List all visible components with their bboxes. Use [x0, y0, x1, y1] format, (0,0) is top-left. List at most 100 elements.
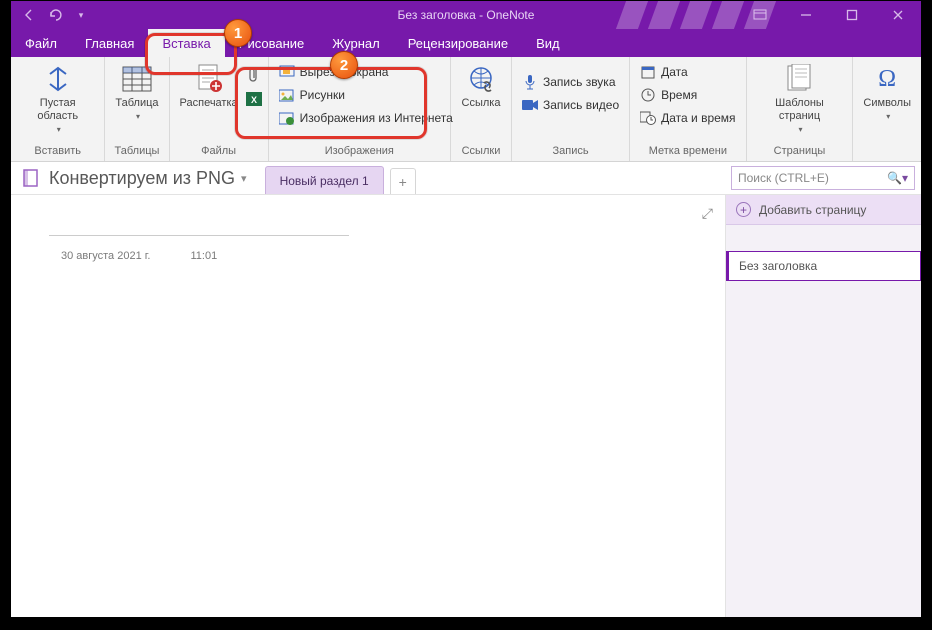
clock-icon [640, 87, 656, 103]
pictures-button[interactable]: Рисунки [275, 84, 457, 106]
link-label: Ссылка [462, 97, 501, 110]
group-files-label: Файлы [176, 145, 262, 161]
search-icon: 🔍▾ [887, 171, 908, 185]
group-tables-label: Таблицы [111, 145, 162, 161]
maximize-button[interactable] [829, 1, 875, 29]
blank-area-button[interactable]: Пустая область ▾ [17, 61, 98, 137]
notebook-name: Конвертируем из PNG [49, 168, 235, 189]
search-input[interactable]: Поиск (CTRL+E) 🔍▾ [731, 166, 915, 190]
printout-icon [193, 63, 225, 95]
group-images: Вырезка экрана Рисунки Изображения из Ин… [269, 57, 451, 161]
audio-label: Запись звука [543, 75, 616, 89]
group-links: Ссылка Ссылки [451, 57, 512, 161]
screen-clip-button[interactable]: Вырезка экрана [275, 61, 457, 83]
clip-icon [279, 64, 295, 80]
pages-pane: + Добавить страницу Без заголовка [725, 195, 921, 617]
link-button[interactable]: Ссылка [457, 61, 505, 112]
add-page-label: Добавить страницу [759, 203, 866, 217]
chevron-down-icon: ▾ [798, 125, 802, 135]
record-audio-button[interactable]: Запись звука [518, 71, 623, 93]
group-links-label: Ссылки [457, 145, 505, 161]
note-time: 11:01 [190, 250, 217, 262]
note-date: 30 августа 2021 г. [61, 250, 150, 262]
time-label: Время [661, 88, 697, 102]
tab-journal[interactable]: Журнал [318, 29, 393, 57]
blank-area-icon [42, 63, 74, 95]
tab-home[interactable]: Главная [71, 29, 148, 57]
note-timestamp: 30 августа 2021 г. 11:01 [61, 250, 217, 262]
group-insert: Пустая область ▾ Вставить [11, 57, 105, 161]
group-pages: Шаблоны страниц ▾ Страницы [747, 57, 854, 161]
video-label: Запись видео [543, 98, 619, 112]
pictures-icon [279, 87, 295, 103]
chevron-down-icon: ▾ [57, 125, 61, 135]
expand-icon[interactable]: ⤢ [702, 205, 713, 222]
calendar-icon [640, 64, 656, 80]
add-section-button[interactable]: + [390, 168, 416, 194]
link-icon [465, 63, 497, 95]
tab-review[interactable]: Рецензирование [394, 29, 522, 57]
main-area: ⤢ 30 августа 2021 г. 11:01 + Добавить ст… [11, 195, 921, 617]
table-icon [121, 63, 153, 95]
minimize-button[interactable] [783, 1, 829, 29]
tab-view[interactable]: Вид [522, 29, 574, 57]
chevron-down-icon: ▾ [886, 112, 890, 122]
datetime-button[interactable]: Дата и время [636, 107, 739, 129]
tab-file[interactable]: Файл [11, 29, 71, 57]
section-tab[interactable]: Новый раздел 1 [265, 166, 384, 194]
printout-button[interactable]: Распечатка [176, 61, 242, 112]
page-templates-button[interactable]: Шаблоны страниц ▾ [753, 61, 847, 137]
close-button[interactable] [875, 1, 921, 29]
notebook-dropdown[interactable]: Конвертируем из PNG ▾ [49, 168, 247, 189]
group-symbols: Ω Символы ▾ [853, 57, 921, 161]
date-button[interactable]: Дата [636, 61, 739, 83]
plus-icon: + [736, 202, 751, 217]
group-images-label: Изображения [275, 145, 444, 161]
group-timestamp-label: Метка времени [636, 145, 739, 161]
blank-area-label: Пустая область [21, 97, 94, 123]
table-label: Таблица [115, 97, 158, 110]
note-canvas[interactable]: ⤢ 30 августа 2021 г. 11:01 [11, 195, 725, 617]
templates-icon [783, 63, 815, 95]
group-files: Распечатка X Файлы [170, 57, 269, 161]
online-images-icon [279, 110, 295, 126]
datetime-label: Дата и время [661, 111, 735, 125]
attach-icon[interactable] [246, 67, 262, 86]
datetime-icon [640, 110, 656, 126]
group-record: Запись звука Запись видео Запись [512, 57, 630, 161]
add-page-button[interactable]: + Добавить страницу [726, 195, 921, 225]
spreadsheet-icon[interactable]: X [246, 92, 262, 109]
group-timestamp: Дата Время Дата и время Метка времени [630, 57, 746, 161]
title-bar: ▾ Без заголовка - OneNote [11, 1, 921, 29]
mic-icon [522, 74, 538, 90]
camera-icon [522, 97, 538, 113]
badge-2: 2 [330, 51, 358, 79]
chevron-down-icon: ▾ [136, 112, 140, 122]
ribbon: Пустая область ▾ Вставить Таблица ▾ Табл… [11, 57, 921, 162]
back-icon[interactable] [21, 7, 37, 23]
badge-1: 1 [224, 19, 252, 47]
qat-dropdown-icon[interactable]: ▾ [73, 7, 89, 23]
notebook-icon[interactable] [21, 168, 41, 188]
time-button[interactable]: Время [636, 84, 739, 106]
group-record-label: Запись [518, 145, 623, 161]
record-video-button[interactable]: Запись видео [518, 94, 623, 116]
symbols-button[interactable]: Ω Символы ▾ [859, 61, 915, 124]
ribbon-tabs: Файл Главная Вставка Рисование Журнал Ре… [11, 29, 921, 57]
undo-icon[interactable] [47, 7, 63, 23]
online-images-button[interactable]: Изображения из Интернета [275, 107, 457, 129]
table-button[interactable]: Таблица ▾ [111, 61, 162, 124]
group-insert-label: Вставить [17, 145, 98, 161]
page-item[interactable]: Без заголовка [726, 251, 921, 281]
svg-text:X: X [251, 95, 257, 105]
pictures-label: Рисунки [300, 88, 345, 102]
notebook-bar: Конвертируем из PNG ▾ Новый раздел 1 + П… [11, 162, 921, 195]
chevron-down-icon: ▾ [241, 172, 247, 185]
online-images-label: Изображения из Интернета [300, 111, 453, 125]
group-tables: Таблица ▾ Таблицы [105, 57, 169, 161]
printout-label: Распечатка [180, 97, 238, 110]
title-underline [49, 235, 349, 236]
tab-insert[interactable]: Вставка [148, 29, 224, 57]
symbols-label: Символы [863, 97, 911, 110]
templates-label: Шаблоны страниц [757, 97, 843, 123]
